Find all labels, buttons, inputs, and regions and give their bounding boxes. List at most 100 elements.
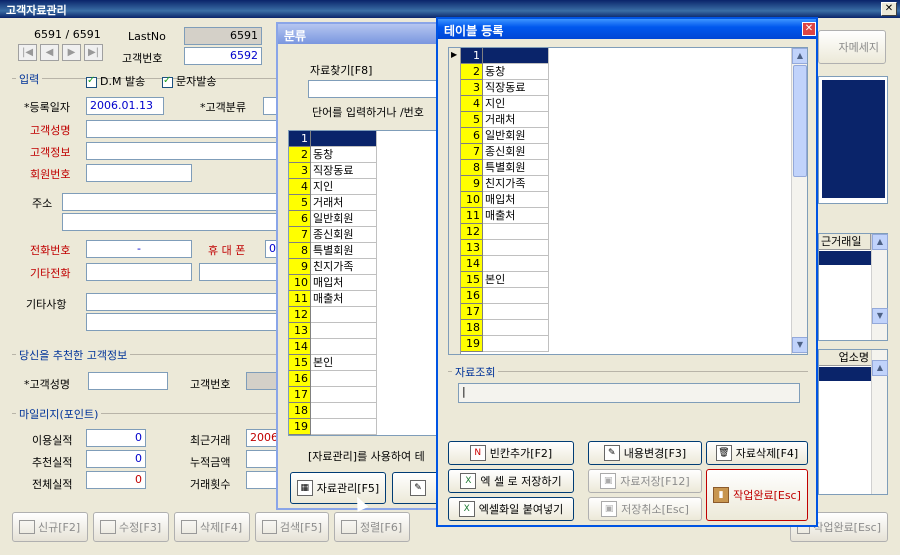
scroll-down-icon[interactable]: ▼	[872, 308, 888, 324]
table-grid-scrollbar[interactable]: ▲ ▼	[791, 48, 807, 354]
row-value[interactable]: 지인	[483, 96, 549, 112]
send-sms-button[interactable]: 자메세지	[818, 30, 886, 64]
row-value[interactable]: 매입처	[483, 192, 549, 208]
table-row[interactable]: 12	[289, 307, 377, 323]
scroll-down-icon[interactable]: ▼	[792, 337, 807, 353]
row-number[interactable]: 11	[461, 208, 483, 224]
table-row[interactable]: 11 매출처	[461, 208, 549, 224]
table-row[interactable]: 10 매입처	[461, 192, 549, 208]
row-number[interactable]: 9	[461, 176, 483, 192]
next-record-button[interactable]: ▶	[62, 44, 81, 61]
row-number[interactable]: 19	[461, 336, 483, 352]
row-value[interactable]	[311, 307, 377, 323]
table-row[interactable]: 15 본인	[289, 355, 377, 371]
category-field[interactable]	[263, 97, 277, 115]
row-number[interactable]: 18	[461, 320, 483, 336]
edit-button[interactable]: 수정[F3]	[93, 512, 169, 542]
table-row[interactable]: 16	[461, 288, 549, 304]
prev-record-button[interactable]: ◀	[40, 44, 59, 61]
recent-trade-header[interactable]: 근거래일	[819, 234, 871, 250]
row-value[interactable]	[483, 288, 549, 304]
category-manage-button[interactable]: ▦ 자료관리[F5]	[290, 472, 386, 504]
save-data-button[interactable]: ▣ 자료저장[F12]	[588, 469, 702, 493]
category-grid[interactable]: 1 2 동창 3 직장동료 4 지인 5 거래처 6 일반회원 7 종신회원 8 특별회원 9 친지가족 10 매입…	[288, 130, 448, 436]
notes-field-1[interactable]	[86, 293, 278, 311]
delete-data-button[interactable]: 🗑 자료삭제[F4]	[706, 441, 808, 465]
table-row[interactable]: 13	[289, 323, 377, 339]
store-list[interactable]: 업소명 ▲	[818, 349, 888, 495]
row-value[interactable]: 종신회원	[483, 144, 549, 160]
row-value[interactable]	[311, 419, 377, 435]
row-value[interactable]: 특별회원	[311, 243, 377, 259]
row-value[interactable]: 지인	[311, 179, 377, 195]
row-value[interactable]	[483, 304, 549, 320]
row-number[interactable]: 8	[289, 243, 311, 259]
edit-content-button[interactable]: ✎ 내용변경[F3]	[588, 441, 702, 465]
notes-field-2[interactable]	[86, 313, 278, 331]
table-row[interactable]: 12	[461, 224, 549, 240]
lookup-field[interactable]: |	[458, 383, 800, 403]
recent-trade-scrollbar[interactable]: ▲ ▼	[871, 234, 888, 340]
row-number[interactable]: 17	[461, 304, 483, 320]
row-value[interactable]	[311, 387, 377, 403]
cancel-save-button[interactable]: ▣ 저장취소[Esc]	[588, 497, 702, 521]
store-selected-row[interactable]	[819, 367, 871, 381]
table-row[interactable]: 6 일반회원	[461, 128, 549, 144]
table-row[interactable]: 19	[461, 336, 549, 352]
sms-checkbox[interactable]: 문자발송	[162, 73, 216, 89]
row-value[interactable]: 본인	[483, 272, 549, 288]
row-value[interactable]	[311, 403, 377, 419]
row-number[interactable]: 2	[461, 64, 483, 80]
info-field[interactable]	[86, 142, 278, 160]
row-value[interactable]	[483, 256, 549, 272]
row-value[interactable]	[311, 339, 377, 355]
table-row[interactable]: 13	[461, 240, 549, 256]
store-list-header[interactable]: 업소명	[819, 350, 871, 366]
table-row[interactable]: 1	[289, 131, 377, 147]
table-row[interactable]: 10 매입처	[289, 275, 377, 291]
row-number[interactable]: 10	[289, 275, 311, 291]
row-value[interactable]: 직장동료	[483, 80, 549, 96]
table-row[interactable]: 3 직장동료	[461, 80, 549, 96]
row-value[interactable]: 거래처	[311, 195, 377, 211]
row-number[interactable]: 7	[289, 227, 311, 243]
row-number[interactable]: 4	[289, 179, 311, 195]
row-value[interactable]	[311, 131, 377, 147]
table-row[interactable]: 6 일반회원	[289, 211, 377, 227]
address-field-2[interactable]	[62, 213, 278, 231]
row-value[interactable]	[311, 323, 377, 339]
row-number[interactable]: 3	[289, 163, 311, 179]
row-number[interactable]: 15	[461, 272, 483, 288]
row-value[interactable]: 일반회원	[311, 211, 377, 227]
table-row[interactable]: 8 특별회원	[461, 160, 549, 176]
store-scrollbar[interactable]: ▲	[871, 350, 888, 494]
row-number[interactable]: 13	[289, 323, 311, 339]
row-number[interactable]: 19	[289, 419, 311, 435]
table-window-close-button[interactable]: ✕	[802, 22, 816, 36]
row-value[interactable]: 동창	[483, 64, 549, 80]
table-row[interactable]: 9 친지가족	[461, 176, 549, 192]
row-number[interactable]: 7	[461, 144, 483, 160]
row-number[interactable]: 14	[461, 256, 483, 272]
table-row[interactable]: 14	[461, 256, 549, 272]
row-number[interactable]: 1	[461, 48, 483, 64]
row-number[interactable]: 4	[461, 96, 483, 112]
row-number[interactable]: 6	[461, 128, 483, 144]
table-row[interactable]: 17	[461, 304, 549, 320]
table-row[interactable]: 14	[289, 339, 377, 355]
sort-button[interactable]: 정렬[F6]	[334, 512, 410, 542]
row-value[interactable]: 친지가족	[311, 259, 377, 275]
done-button[interactable]: ▮ 작업완료[Esc]	[706, 469, 808, 521]
row-value[interactable]: 특별회원	[483, 160, 549, 176]
table-row[interactable]: 5 거래처	[461, 112, 549, 128]
row-value[interactable]: 직장동료	[311, 163, 377, 179]
table-row[interactable]: 2 동창	[461, 64, 549, 80]
row-value[interactable]: 친지가족	[483, 176, 549, 192]
table-row[interactable]: 18	[289, 403, 377, 419]
row-number[interactable]: 12	[461, 224, 483, 240]
table-row[interactable]: 9 친지가족	[289, 259, 377, 275]
row-number[interactable]: 17	[289, 387, 311, 403]
row-value[interactable]: 매입처	[311, 275, 377, 291]
scroll-up-icon[interactable]: ▲	[872, 360, 888, 376]
row-number[interactable]: 15	[289, 355, 311, 371]
